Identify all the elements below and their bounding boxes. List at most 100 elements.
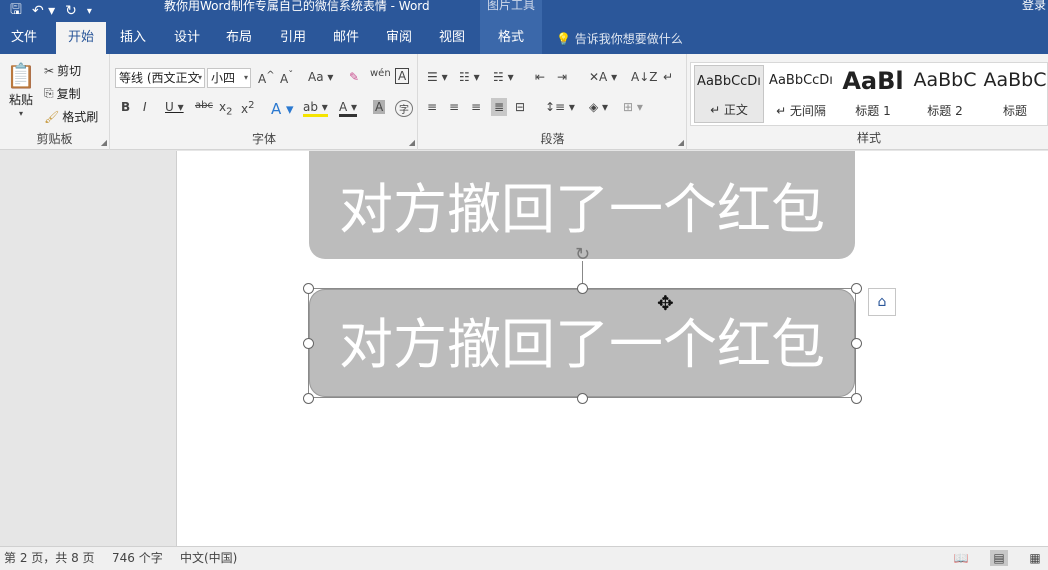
scissors-icon: ✂ <box>44 63 55 78</box>
line-spacing-button[interactable]: ↕≡ ▾ <box>545 100 575 114</box>
align-right-button[interactable]: ≡ <box>471 100 481 114</box>
cut-button[interactable]: ✂ 剪切 <box>44 62 81 79</box>
bullets-button[interactable]: ☰ ▾ <box>427 70 448 84</box>
style-normal[interactable]: AaBbCcDı ↵ 正文 <box>694 65 764 123</box>
lightbulb-icon: 💡 <box>556 32 571 46</box>
tab-insert[interactable]: 插入 <box>110 22 156 54</box>
sort-button[interactable]: A↓Z <box>631 70 657 84</box>
font-color-button[interactable]: A ▾ <box>339 100 358 117</box>
copy-button[interactable]: ⎘ 复制 <box>44 85 81 102</box>
borders-button[interactable]: ⊞ ▾ <box>623 100 643 114</box>
style-heading-1[interactable]: AaBl 标题 1 <box>838 65 908 123</box>
document-page[interactable]: 对方撤回了一个红包 ↻ 对方撤回了一个红包 ⌂ ✥ <box>177 151 1048 546</box>
redo-icon[interactable]: ↻ <box>65 3 77 19</box>
align-center-icon: ≡ <box>449 100 460 114</box>
resize-handle-right[interactable] <box>851 338 862 349</box>
style-heading-2[interactable]: AaBbC 标题 2 <box>910 65 980 123</box>
underline-icon: U ▾ <box>165 100 184 114</box>
shading-button[interactable]: ◈ ▾ <box>589 100 608 114</box>
enclose-characters-button[interactable]: 字 <box>395 100 413 117</box>
dialog-launcher-icon[interactable]: ◢ <box>409 138 415 147</box>
font-name-select[interactable]: 等线 (西文正文 ▾ <box>115 68 205 88</box>
phonetic-guide-button[interactable]: wén <box>370 68 391 79</box>
undo-icon[interactable]: ↶ ▾ <box>32 3 55 19</box>
align-left-button[interactable]: ≡ <box>427 100 437 114</box>
tab-mailings[interactable]: 邮件 <box>323 22 369 54</box>
font-color-icon: A ▾ <box>339 100 358 117</box>
strikethrough-button[interactable]: abc <box>195 100 213 111</box>
character-shading-icon: A <box>373 100 386 114</box>
character-shading-button[interactable]: A <box>373 100 386 114</box>
increase-indent-button[interactable]: ⇥ <box>557 70 567 84</box>
italic-button[interactable]: I <box>143 100 147 114</box>
font-group: 等线 (西文正文 ▾ 小四 ▾ A^ Aˇ Aa ▾ ✎ wén A B I U… <box>111 54 418 150</box>
underline-button[interactable]: U ▾ <box>165 100 184 114</box>
bubble-text: 对方撤回了一个红包 <box>339 178 825 241</box>
gray-bubble-shape[interactable]: 对方撤回了一个红包 <box>309 151 855 259</box>
chinese-layout-button[interactable]: ✕A ▾ <box>589 70 617 84</box>
selection-box <box>308 288 856 398</box>
tab-format[interactable]: 格式 <box>480 22 542 54</box>
paste-button[interactable]: 📋 粘贴 ▾ <box>6 62 36 118</box>
save-icon[interactable]: 🖫 <box>10 0 22 23</box>
clipboard-group: 📋 粘贴 ▾ ✂ 剪切 ⎘ 复制 🖌 格式刷 剪贴板 ◢ <box>0 54 110 150</box>
word-count[interactable]: 746 个字 <box>112 547 163 569</box>
dialog-launcher-icon[interactable]: ◢ <box>101 138 107 147</box>
distributed-button[interactable]: ⊟ <box>515 100 525 114</box>
page-count[interactable]: 第 2 页，共 8 页 <box>4 547 95 569</box>
resize-handle-top[interactable] <box>577 283 588 294</box>
character-border-button[interactable]: A <box>395 68 410 84</box>
login-button[interactable]: 登录 <box>1022 0 1046 11</box>
tab-design[interactable]: 设计 <box>164 22 210 54</box>
resize-handle-bottom-right[interactable] <box>851 393 862 404</box>
grow-font-button[interactable]: A^ <box>258 70 275 86</box>
shrink-font-button[interactable]: Aˇ <box>280 70 293 86</box>
decrease-indent-button[interactable]: ⇤ <box>535 70 545 84</box>
paragraph-group-label: 段落 <box>540 132 565 146</box>
web-layout-icon[interactable]: ▦ <box>1026 550 1044 566</box>
superscript-button[interactable]: x2 <box>241 100 254 116</box>
layout-options-icon[interactable]: ⌂ <box>868 288 896 316</box>
rotate-handle-icon[interactable]: ↻ <box>573 245 592 264</box>
tab-home[interactable]: 开始 <box>56 22 106 54</box>
numbering-button[interactable]: ☷ ▾ <box>459 70 480 84</box>
read-mode-icon[interactable]: 📖 <box>952 550 970 566</box>
chevron-down-icon: ▾ <box>243 73 248 82</box>
language-status[interactable]: 中文(中国) <box>180 547 237 569</box>
tell-me-text: 告诉我你想要做什么 <box>574 32 683 46</box>
align-center-button[interactable]: ≡ <box>449 100 459 114</box>
change-case-button[interactable]: Aa ▾ <box>308 70 333 84</box>
tab-file[interactable]: 文件 <box>0 22 48 54</box>
tab-layout[interactable]: 布局 <box>216 22 262 54</box>
resize-handle-top-left[interactable] <box>303 283 314 294</box>
justify-icon: ≣ <box>494 100 505 114</box>
font-size-select[interactable]: 小四 ▾ <box>207 68 251 88</box>
print-layout-icon[interactable]: ▤ <box>990 550 1008 566</box>
chevron-down-icon: ▾ <box>18 109 23 118</box>
style-title[interactable]: AaBbC 标题 <box>980 65 1048 123</box>
resize-handle-bottom[interactable] <box>577 393 588 404</box>
align-right-icon: ≡ <box>471 100 482 114</box>
resize-handle-top-right[interactable] <box>851 283 862 294</box>
dialog-launcher-icon[interactable]: ◢ <box>678 138 684 147</box>
subscript-icon: x2 <box>219 100 233 118</box>
bold-button[interactable]: B <box>121 100 130 114</box>
multilevel-list-button[interactable]: ☵ ▾ <box>493 70 514 84</box>
tell-me-search[interactable]: 💡 告诉我你想要做什么 <box>556 22 683 54</box>
format-painter-button[interactable]: 🖌 格式刷 <box>44 108 98 125</box>
customize-qat-icon[interactable]: ▾ <box>87 6 92 17</box>
justify-button[interactable]: ≣ <box>491 98 508 116</box>
show-marks-button[interactable]: ↵ <box>663 70 673 84</box>
style-no-spacing[interactable]: AaBbCcDı ↵ 无间隔 <box>766 65 836 123</box>
resize-handle-bottom-left[interactable] <box>303 393 314 404</box>
clear-formatting-button[interactable]: ✎ <box>349 70 359 84</box>
highlight-button[interactable]: ab ▾ <box>303 100 328 117</box>
tab-review[interactable]: 审阅 <box>376 22 422 54</box>
superscript-icon: x2 <box>241 100 255 116</box>
text-effects-button[interactable]: A ▾ <box>271 100 294 118</box>
tab-references[interactable]: 引用 <box>270 22 316 54</box>
resize-handle-left[interactable] <box>303 338 314 349</box>
tab-view[interactable]: 视图 <box>429 22 475 54</box>
left-margin-area <box>0 151 177 546</box>
subscript-button[interactable]: x2 <box>219 100 232 117</box>
